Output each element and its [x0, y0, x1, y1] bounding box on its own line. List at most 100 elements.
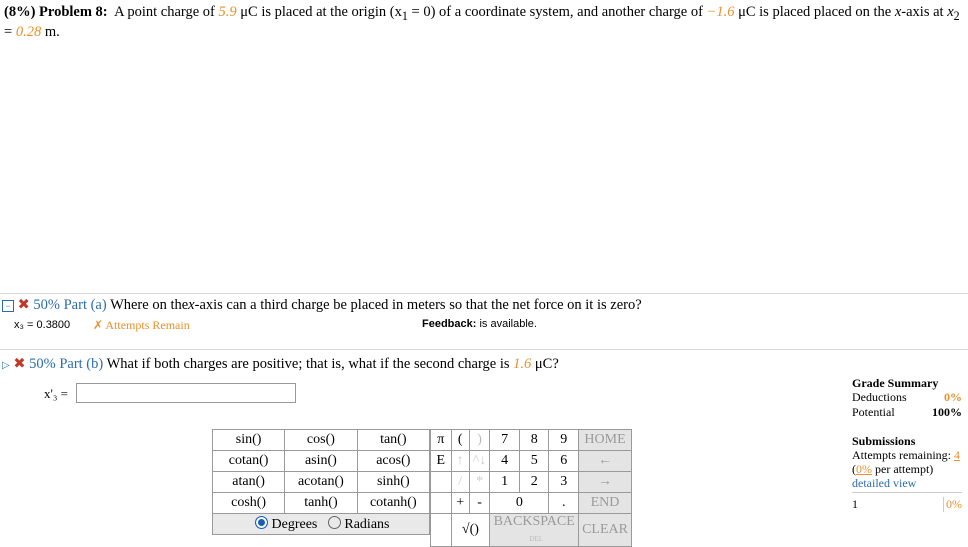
- per-attempt: (0% per attempt): [852, 462, 934, 476]
- key-sqrt[interactable]: √(): [450, 513, 491, 547]
- key-acos[interactable]: acos(): [356, 450, 431, 472]
- degrees-label: Degrees: [271, 516, 318, 532]
- number-pad: π ( ) 7 8 9 HOME E ↑ ^↓ 4 5 6 ← / * 1 2 …: [430, 429, 632, 547]
- unit: μC?: [534, 356, 559, 372]
- key-rparen[interactable]: ): [468, 429, 491, 451]
- expand-icon[interactable]: ▷: [2, 360, 10, 371]
- key-plus[interactable]: +: [450, 492, 470, 514]
- problem-statement: (8%) Problem 8: A point charge of 5.9 μC…: [4, 3, 966, 25]
- key-atan[interactable]: atan(): [211, 471, 286, 493]
- attempts-remaining: Attempts remaining: 4: [852, 448, 962, 462]
- key-home[interactable]: HOME: [578, 429, 632, 451]
- key-acotan[interactable]: acotan(): [284, 471, 358, 493]
- key-minus[interactable]: -: [468, 492, 491, 514]
- divider: [852, 492, 962, 493]
- function-pad: sin() cos() tan() cotan() asin() acos() …: [211, 429, 431, 535]
- submission-number: 1: [852, 497, 858, 511]
- answer-label: x'₃ =: [44, 386, 68, 401]
- detailed-view-link[interactable]: detailed view: [852, 476, 962, 490]
- key-lparen[interactable]: (: [450, 429, 470, 451]
- part-b-header: ▷ ✖ 50% Part (b) What if both charges ar…: [2, 356, 559, 373]
- key-1[interactable]: 1: [489, 471, 520, 493]
- per-attempt-pct: 0%: [856, 462, 872, 476]
- potential-value: 100%: [932, 405, 962, 419]
- key-left[interactable]: ←: [578, 450, 632, 472]
- angle-mode: Degrees Radians: [212, 513, 430, 535]
- subscript: 1: [401, 8, 408, 23]
- incorrect-icon: ✖: [17, 297, 30, 313]
- key-blank[interactable]: [430, 513, 452, 547]
- key-blank[interactable]: [430, 492, 452, 514]
- problem-text: μC is placed at the origin (x: [240, 4, 402, 20]
- key-clear[interactable]: CLEAR: [578, 513, 632, 547]
- key-dot[interactable]: .: [548, 492, 580, 514]
- key-8[interactable]: 8: [518, 429, 550, 451]
- key-cotan[interactable]: cotan(): [211, 450, 286, 472]
- key-2[interactable]: 2: [518, 471, 550, 493]
- key-cosh[interactable]: cosh(): [211, 492, 286, 514]
- key-cos[interactable]: cos(): [284, 429, 358, 451]
- key-5[interactable]: 5: [518, 450, 550, 472]
- key-blank[interactable]: [430, 471, 452, 493]
- key-slash[interactable]: /: [450, 471, 470, 493]
- key-caret-down[interactable]: ^↓: [468, 450, 491, 472]
- divider: [0, 293, 968, 294]
- key-right[interactable]: →: [578, 471, 632, 493]
- problem-text: μC is placed placed on the: [738, 4, 892, 20]
- subscript: 2: [953, 8, 960, 23]
- collapse-icon[interactable]: −: [2, 300, 14, 312]
- attempts-remain: ✗ Attempts Remain: [93, 318, 190, 333]
- answer-input[interactable]: [76, 383, 296, 403]
- del-label: DEL: [529, 535, 543, 543]
- key-3[interactable]: 3: [548, 471, 580, 493]
- key-tanh[interactable]: tanh(): [284, 492, 358, 514]
- charge-value-2: −1.6: [706, 4, 735, 20]
- attempts-text: ✗ Attempts Remain: [93, 318, 190, 332]
- submission-score: 0%: [943, 497, 962, 512]
- deductions-row: Deductions 0%: [852, 390, 962, 405]
- problem-text: = 0) of a coordinate system, and another…: [411, 4, 703, 20]
- radians-label: Radians: [344, 516, 390, 532]
- eq: =: [4, 24, 13, 40]
- key-pi[interactable]: π: [430, 429, 452, 451]
- down-label: ↓: [479, 453, 487, 468]
- part-b-label: 50% Part (b): [29, 356, 104, 372]
- key-4[interactable]: 4: [489, 450, 520, 472]
- key-6[interactable]: 6: [548, 450, 580, 472]
- submission-row: 1 0%: [852, 497, 962, 512]
- key-0[interactable]: 0: [489, 492, 550, 514]
- charge-value-1: 5.9: [218, 4, 237, 20]
- key-end[interactable]: END: [578, 492, 632, 514]
- charge-value: 1.6: [513, 356, 532, 372]
- incorrect-icon: ✖: [13, 356, 26, 372]
- potential-label: Potential: [852, 405, 895, 419]
- key-star[interactable]: *: [468, 471, 491, 493]
- problem-header: (8%) Problem 8:: [4, 4, 108, 20]
- grade-title: Grade Summary: [852, 376, 939, 390]
- potential-row: Potential 100%: [852, 405, 962, 420]
- key-tan[interactable]: tan(): [356, 429, 431, 451]
- key-9[interactable]: 9: [548, 429, 580, 451]
- part-a-answer: x₃ = 0.3800: [14, 319, 71, 331]
- unit: m.: [44, 24, 60, 40]
- question-text: Where on the: [110, 297, 189, 313]
- radians-radio[interactable]: [327, 515, 341, 529]
- deductions-value: 0%: [944, 390, 962, 404]
- attempts-label: Attempts remaining:: [852, 448, 951, 462]
- key-7[interactable]: 7: [489, 429, 520, 451]
- key-backspace[interactable]: BACKSPACE DEL: [489, 513, 580, 547]
- key-asin[interactable]: asin(): [284, 450, 358, 472]
- key-sin[interactable]: sin(): [211, 429, 286, 451]
- key-cotanh[interactable]: cotanh(): [356, 492, 431, 514]
- per-attempt-text: per attempt): [875, 462, 934, 476]
- key-sinh[interactable]: sinh(): [356, 471, 431, 493]
- degrees-radio[interactable]: [255, 515, 268, 529]
- key-up[interactable]: ↑: [450, 450, 470, 472]
- problem-text: A point charge of: [114, 4, 215, 20]
- submissions-title: Submissions: [852, 434, 916, 448]
- key-e[interactable]: E: [430, 450, 452, 472]
- backspace-label: BACKSPACE: [493, 514, 575, 529]
- divider: [0, 349, 968, 350]
- deductions-label: Deductions: [852, 390, 907, 404]
- feedback: Feedback: is available.: [422, 318, 537, 330]
